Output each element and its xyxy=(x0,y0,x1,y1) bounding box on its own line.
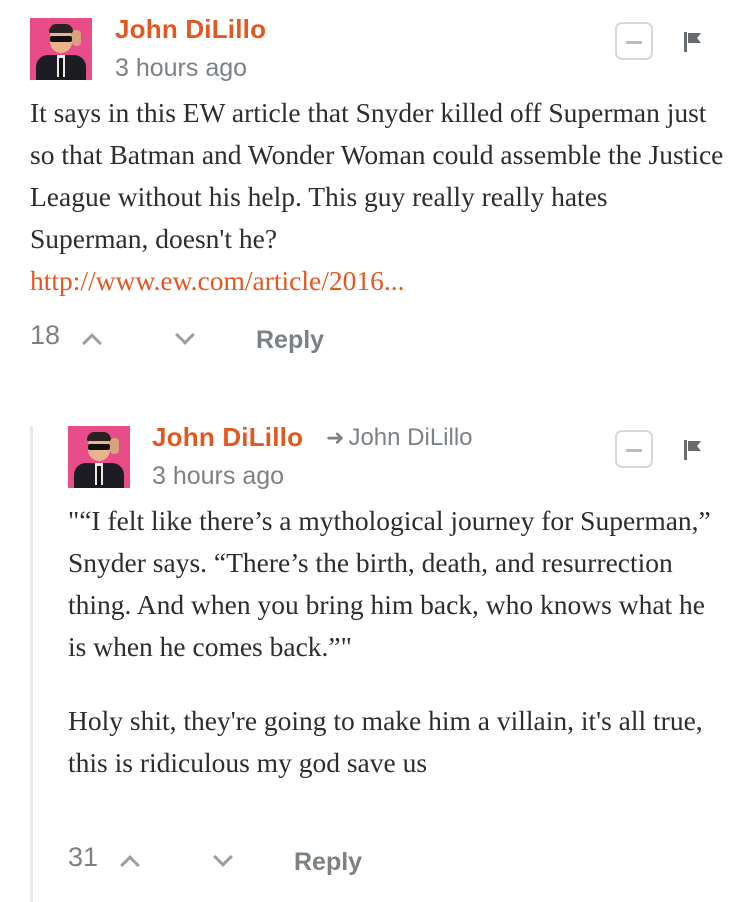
comment-timestamp[interactable]: 3 hours ago xyxy=(115,54,247,83)
article-link[interactable]: http://www.ew.com/article/2016... xyxy=(30,265,404,296)
comment-text: It says in this EW article that Snyder k… xyxy=(30,97,724,254)
comment-footer: 18 Reply xyxy=(30,320,430,360)
collapse-icon[interactable] xyxy=(615,430,653,468)
comment-footer: 31 Reply xyxy=(68,842,468,882)
comment-paragraph: "“I felt like there’s a mythological jou… xyxy=(68,505,711,662)
comment-author[interactable]: John DiLillo xyxy=(152,422,303,453)
flag-icon[interactable] xyxy=(684,32,702,52)
vote-count: 31 xyxy=(68,842,99,872)
avatar[interactable] xyxy=(30,18,92,80)
comment: John DiLillo 3 hours ago It says in this… xyxy=(0,0,750,380)
comment-reply: John DiLillo ➜ John DiLillo 3 hours ago "… xyxy=(0,380,750,902)
flag-icon[interactable] xyxy=(684,440,702,460)
chevron-up-icon[interactable] xyxy=(82,333,102,353)
comment-author[interactable]: John DiLillo xyxy=(115,14,266,45)
avatar[interactable] xyxy=(68,426,130,488)
reply-arrow-icon: ➜ xyxy=(326,425,345,450)
comment-timestamp[interactable]: 3 hours ago xyxy=(152,462,284,491)
reply-to[interactable]: ➜ John DiLillo xyxy=(326,424,473,452)
chevron-up-icon[interactable] xyxy=(120,855,140,875)
comment-body: It says in this EW article that Snyder k… xyxy=(30,92,730,302)
reply-button[interactable]: Reply xyxy=(256,326,324,355)
chevron-down-icon[interactable] xyxy=(175,325,195,345)
chevron-down-icon[interactable] xyxy=(213,847,233,867)
reply-to-author[interactable]: John DiLillo xyxy=(348,424,472,451)
comment-paragraph: Holy shit, they're going to make him a v… xyxy=(68,705,703,778)
comment-body: "“I felt like there’s a mythological jou… xyxy=(68,500,730,784)
reply-button[interactable]: Reply xyxy=(294,848,362,877)
collapse-icon[interactable] xyxy=(615,22,653,60)
vote-count: 18 xyxy=(30,320,61,350)
